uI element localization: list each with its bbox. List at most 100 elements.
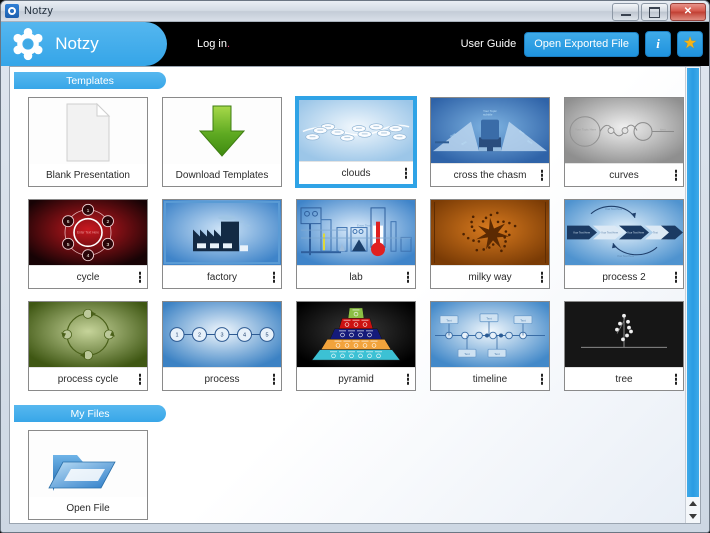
svg-text:6: 6	[67, 219, 70, 225]
template-card[interactable]: Blank Presentation	[28, 97, 148, 187]
window-controls: ✕	[612, 3, 706, 21]
svg-text:4: 4	[243, 333, 246, 339]
svg-text:2: 2	[107, 219, 110, 225]
svg-text:Enter Text: Enter Text	[357, 224, 371, 228]
clouds-thumbnail	[299, 100, 413, 161]
svg-text:Your Text Here: Your Text Here	[617, 254, 635, 258]
svg-text:1: 1	[87, 208, 90, 214]
scroll-down-icon	[689, 514, 697, 519]
vertical-scrollbar[interactable]	[685, 67, 700, 523]
card-menu-icon[interactable]	[540, 373, 543, 385]
favorite-star-button[interactable]: ★	[677, 31, 703, 57]
card-menu-icon[interactable]	[674, 373, 677, 385]
svg-text:Your Text Here: Your Text Here	[627, 231, 645, 235]
close-button[interactable]: ✕	[670, 3, 706, 21]
svg-text:Your Text Here: Your Text Here	[601, 231, 619, 235]
template-card[interactable]: Text Text Text Text Text timeline	[430, 301, 550, 391]
brand-area: Notzy	[1, 22, 167, 66]
template-card[interactable]: 1 2 3 4 5 process	[162, 301, 282, 391]
content-panel: Templates Blank Presentation Download Te…	[9, 66, 701, 524]
template-card[interactable]: clouds	[296, 97, 416, 187]
card-footer: Download Templates	[163, 164, 281, 186]
user-guide-link[interactable]: User Guide	[461, 38, 517, 50]
card-label: milky way	[468, 271, 512, 283]
card-footer: cycle	[29, 265, 147, 288]
maximize-button[interactable]	[641, 3, 668, 21]
myfiles-grid: Open File	[10, 422, 700, 520]
template-card[interactable]: factory	[162, 199, 282, 289]
template-card[interactable]: milky way	[430, 199, 550, 289]
template-card[interactable]: Enter Text lab	[296, 199, 416, 289]
header-actions: User Guide Open Exported File i ★	[461, 22, 703, 66]
open-folder-thumbnail	[29, 431, 147, 497]
pyramid-thumbnail	[297, 302, 415, 367]
card-footer: milky way	[431, 265, 549, 288]
template-card[interactable]: Download Templates	[162, 97, 282, 187]
scroll-down-button[interactable]	[686, 510, 700, 523]
card-menu-icon[interactable]	[138, 373, 141, 385]
template-card[interactable]: Your Topic subtitle item item item item cro…	[430, 97, 550, 187]
svg-text:Your Topic Here: Your Topic Here	[575, 128, 596, 132]
minimize-button[interactable]	[612, 3, 639, 21]
svg-text:1: 1	[175, 333, 178, 339]
svg-text:Text: Text	[464, 352, 470, 356]
app-logo-icon	[5, 4, 19, 18]
card-menu-icon[interactable]	[674, 271, 677, 283]
card-label: process 2	[602, 271, 646, 283]
card-menu-icon[interactable]	[540, 271, 543, 283]
scroll-up-button[interactable]	[686, 497, 700, 510]
card-menu-icon[interactable]	[406, 271, 409, 283]
milky-way-thumbnail	[431, 200, 549, 265]
template-card[interactable]: Open File	[28, 430, 148, 520]
process-2-thumbnail: Your Text Here Your Text Here Your Text He…	[565, 200, 683, 265]
card-footer: process cycle	[29, 367, 147, 390]
template-card[interactable]: Enter Text Here 1 2 3 4 5 6 cycle	[28, 199, 148, 289]
card-menu-icon[interactable]	[404, 167, 407, 179]
template-card[interactable]: process cycle	[28, 301, 148, 391]
svg-text:Text: Text	[520, 318, 526, 322]
app-header: Notzy Log in. User Guide Open Exported F…	[1, 22, 709, 66]
svg-text:item: item	[660, 128, 666, 132]
card-label: process	[204, 373, 240, 385]
template-card[interactable]: Your Topic Here item curves	[564, 97, 684, 187]
card-menu-icon[interactable]	[138, 271, 141, 283]
svg-text:Text: Text	[494, 352, 500, 356]
card-label: cycle	[76, 271, 100, 283]
login-link[interactable]: Log in.	[197, 38, 230, 50]
lab-thumbnail: Enter Text	[297, 200, 415, 265]
window-title: Notzy	[24, 5, 54, 17]
info-icon[interactable]: i	[645, 31, 671, 57]
timeline-thumbnail: Text Text Text Text Text	[431, 302, 549, 367]
card-menu-icon[interactable]	[674, 169, 677, 181]
template-card[interactable]: tree	[564, 301, 684, 391]
template-card[interactable]: pyramid	[296, 301, 416, 391]
card-footer: Open File	[29, 497, 147, 519]
card-menu-icon[interactable]	[272, 373, 275, 385]
card-footer: process 2	[565, 265, 683, 288]
card-label: Download Templates	[175, 169, 269, 181]
card-label: cross the chasm	[453, 169, 527, 181]
login-label: Log in	[197, 38, 227, 50]
card-label: process cycle	[57, 373, 119, 385]
section-header-templates: Templates	[14, 72, 166, 89]
card-label: Blank Presentation	[46, 169, 130, 181]
card-menu-icon[interactable]	[540, 169, 543, 181]
card-menu-icon[interactable]	[406, 373, 409, 385]
card-footer: timeline	[431, 367, 549, 390]
brand-name: Notzy	[55, 34, 99, 53]
card-label: clouds	[341, 167, 371, 179]
card-menu-icon[interactable]	[272, 271, 275, 283]
card-label: timeline	[472, 373, 508, 385]
card-label: factory	[206, 271, 237, 283]
card-footer: process	[163, 367, 281, 390]
svg-text:subtitle: subtitle	[483, 113, 493, 117]
scrollbar-thumb[interactable]	[687, 68, 699, 497]
factory-thumbnail	[163, 200, 281, 265]
open-exported-file-button[interactable]: Open Exported File	[524, 31, 639, 57]
card-label: curves	[609, 169, 639, 181]
template-card[interactable]: Your Text Here Your Text Here Your Text He…	[564, 199, 684, 289]
curves-thumbnail: Your Topic Here item	[565, 98, 683, 163]
login-dot: .	[226, 38, 231, 50]
tree-thumbnail	[565, 302, 683, 367]
section-header-myfiles: My Files	[14, 405, 166, 422]
